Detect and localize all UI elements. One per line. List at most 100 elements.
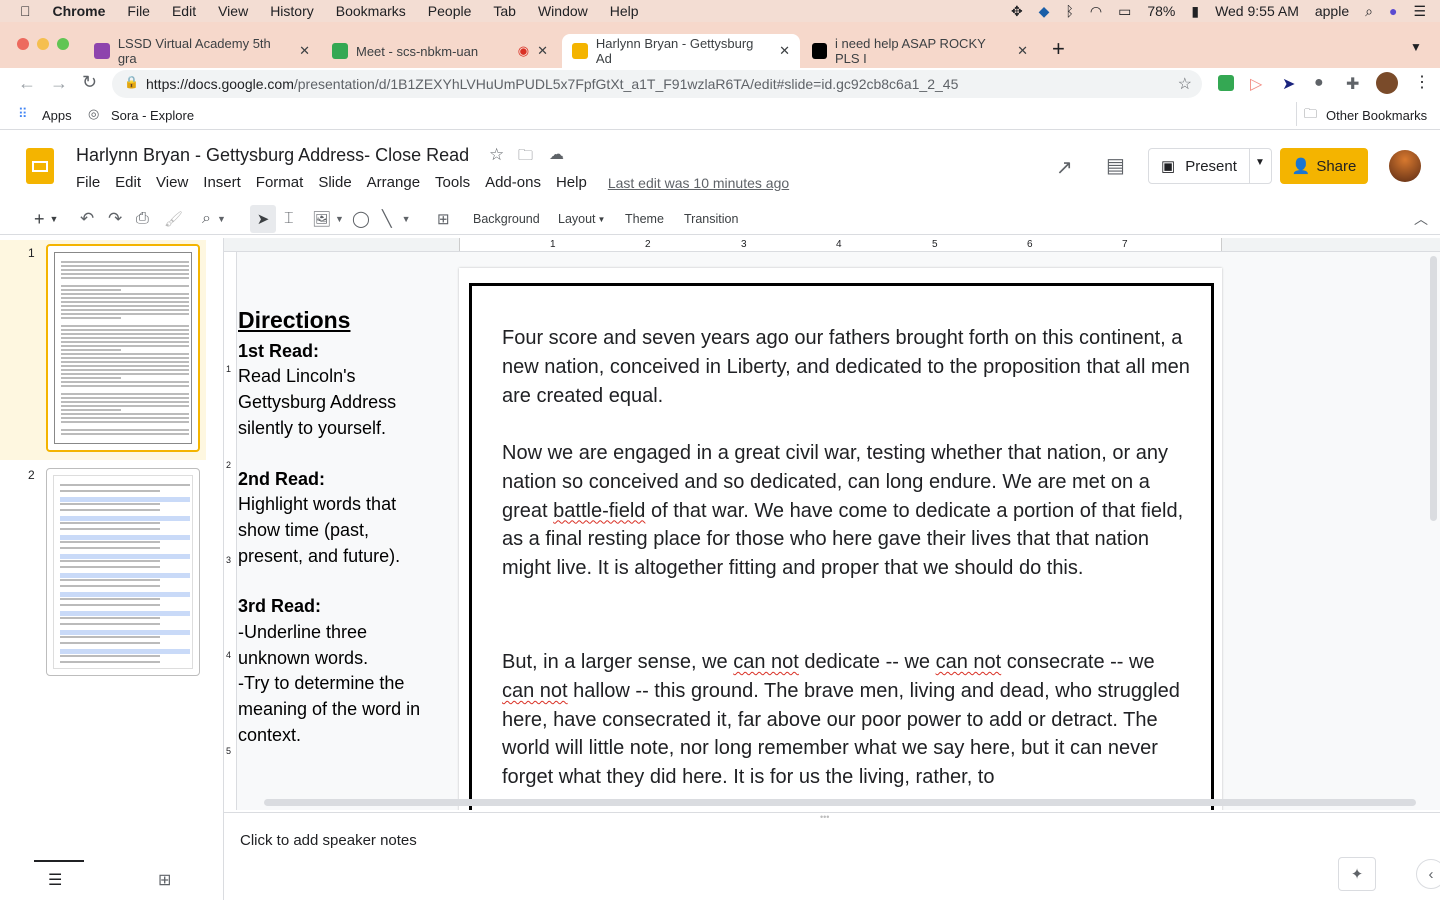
new-tab-button[interactable]: + <box>1052 36 1065 62</box>
menu-help[interactable]: Help <box>610 3 639 19</box>
layout-button[interactable]: Layout ▼ <box>558 205 605 233</box>
menu-window[interactable]: Window <box>538 3 588 19</box>
extension-icon[interactable]: ➤ <box>1282 74 1295 94</box>
menu-arrange[interactable]: Arrange <box>367 174 420 191</box>
bookmark-sora[interactable]: Sora - Explore <box>111 108 194 123</box>
menu-file[interactable]: File <box>127 3 150 19</box>
paint-format-icon[interactable]: 🖌 <box>164 205 183 233</box>
menu-bookmarks[interactable]: Bookmarks <box>336 3 406 19</box>
user-menu[interactable]: apple <box>1315 3 1349 19</box>
slides-logo-icon[interactable] <box>26 148 54 184</box>
control-center-icon[interactable]: ☰ <box>1413 3 1426 20</box>
spotlight-icon[interactable]: ⌕ <box>1365 3 1373 20</box>
dropbox-icon[interactable]: ✥ <box>1011 3 1023 20</box>
background-button[interactable]: Background <box>473 205 540 233</box>
last-edit-link[interactable]: Last edit was 10 minutes ago <box>608 175 789 191</box>
bluetooth-icon[interactable]: ᛒ <box>1065 3 1073 19</box>
image-icon[interactable]: 🖼 ▼ <box>312 205 344 233</box>
profile-avatar[interactable] <box>1376 72 1398 94</box>
theme-button[interactable]: Theme <box>625 205 664 233</box>
reload-button[interactable]: ↻ <box>82 72 97 93</box>
slide[interactable]: Four score and seven years ago our fathe… <box>459 268 1222 810</box>
apple-icon[interactable]:  <box>20 3 31 19</box>
explore-button-icon[interactable]: ✦ <box>1338 857 1376 891</box>
siri-icon[interactable]: ● <box>1389 3 1397 19</box>
slide-thumbnail-2[interactable] <box>46 468 200 676</box>
line-icon[interactable]: ╲ ▼ <box>382 205 411 233</box>
notes-resize-handle[interactable]: ••• <box>820 812 829 822</box>
document-title[interactable]: Harlynn Bryan - Gettysburg Address- Clos… <box>76 145 469 166</box>
close-tab-icon[interactable]: ✕ <box>1017 43 1028 59</box>
close-tab-icon[interactable]: ✕ <box>299 43 310 59</box>
close-tab-icon[interactable]: ✕ <box>779 43 790 59</box>
address-bar[interactable]: 🔒 https://docs.google.com/presentation/d… <box>112 70 1202 98</box>
menu-view[interactable]: View <box>218 3 248 19</box>
zoom-window-button[interactable] <box>57 38 69 50</box>
share-button[interactable]: 👤 Share <box>1280 148 1368 184</box>
menu-edit[interactable]: Edit <box>115 174 141 191</box>
wifi-icon[interactable]: ◠ <box>1090 3 1102 20</box>
clock[interactable]: Wed 9:55 AM <box>1215 3 1299 19</box>
new-slide-button[interactable]: + ▼ <box>34 205 58 233</box>
close-tab-icon[interactable]: ✕ <box>537 43 548 59</box>
menu-help[interactable]: Help <box>556 174 587 191</box>
menu-addons[interactable]: Add-ons <box>485 174 541 191</box>
bookmark-star-icon[interactable]: ☆ <box>1178 74 1192 94</box>
browser-tab[interactable]: LSSD Virtual Academy 5th gra ✕ <box>84 34 320 68</box>
menu-insert[interactable]: Insert <box>203 174 241 191</box>
undo-icon[interactable]: ↶ <box>80 205 94 233</box>
redo-icon[interactable]: ↷ <box>108 205 122 233</box>
menu-file[interactable]: File <box>76 174 100 191</box>
battery-icon[interactable]: ▮ <box>1191 3 1199 20</box>
cloud-status-icon[interactable]: ☁ <box>549 145 564 163</box>
activity-trend-icon[interactable]: ↗ <box>1056 155 1073 180</box>
zoom-icon[interactable]: ⌕ ▼ <box>202 205 226 233</box>
slide-thumbnail-1[interactable] <box>46 244 200 452</box>
speaker-notes[interactable]: ••• Click to add speaker notes ✦ ‹ <box>224 812 1440 900</box>
menu-tools[interactable]: Tools <box>435 174 470 191</box>
puzzle-extensions-icon[interactable]: ✚ <box>1346 74 1359 94</box>
horizontal-scrollbar[interactable] <box>264 799 1416 806</box>
vertical-scrollbar[interactable] <box>1430 256 1437 521</box>
account-avatar[interactable] <box>1389 150 1421 182</box>
menu-history[interactable]: History <box>270 3 314 19</box>
present-button[interactable]: ▣ Present ▼ <box>1148 148 1272 184</box>
select-tool-icon[interactable]: ➤ <box>250 205 276 233</box>
minimize-window-button[interactable] <box>37 38 49 50</box>
speaker-notes-placeholder[interactable]: Click to add speaker notes <box>240 832 417 849</box>
comment-add-icon[interactable]: ⊞ <box>437 205 450 233</box>
apps-bookmark[interactable]: Apps <box>42 108 72 123</box>
extension-icon[interactable] <box>1218 75 1234 91</box>
forward-button[interactable]: → <box>50 73 68 94</box>
directions-textbox[interactable]: Directions 1st Read: Read Lincoln's Gett… <box>238 307 438 749</box>
back-button[interactable]: ← <box>18 73 36 94</box>
tab-search-icon[interactable]: ▼ <box>1410 40 1422 54</box>
menu-format[interactable]: Format <box>256 174 304 191</box>
other-bookmarks[interactable]: Other Bookmarks <box>1326 108 1427 123</box>
star-icon[interactable]: ☆ <box>489 145 504 165</box>
close-window-button[interactable] <box>17 38 29 50</box>
browser-tab[interactable]: i need help ASAP ROCKY PLS I ✕ <box>802 34 1038 68</box>
browser-tab-active[interactable]: Harlynn Bryan - Gettysburg Ad ✕ <box>562 34 800 68</box>
airplay-icon[interactable]: ▭ <box>1118 3 1131 20</box>
text-box-icon[interactable]: ⌶ <box>284 205 294 233</box>
filmstrip-view-icon[interactable]: ☰ <box>48 870 62 890</box>
transition-button[interactable]: Transition <box>684 205 738 233</box>
menu-view[interactable]: View <box>156 174 188 191</box>
menu-people[interactable]: People <box>428 3 472 19</box>
shape-icon[interactable]: ◯ <box>352 205 370 233</box>
menu-slide[interactable]: Slide <box>318 174 351 191</box>
print-icon[interactable]: ⎙ <box>136 205 149 233</box>
extension-icon[interactable]: ▷ <box>1250 74 1262 94</box>
apps-grid-icon[interactable]: ⠿ <box>18 106 28 122</box>
comments-icon[interactable]: ▤ <box>1106 153 1125 178</box>
collapse-toolbar-icon[interactable]: ︿ <box>1414 205 1428 233</box>
menu-tab[interactable]: Tab <box>493 3 516 19</box>
browser-tab[interactable]: Meet - scs-nbkm-uan ◉ ✕ <box>322 34 558 68</box>
present-dropdown-icon[interactable]: ▼ <box>1249 149 1265 183</box>
chrome-menu-icon[interactable]: ⋮ <box>1414 72 1430 92</box>
speech-textbox[interactable]: Four score and seven years ago our fathe… <box>469 283 1214 810</box>
menu-edit[interactable]: Edit <box>172 3 196 19</box>
vpn-icon[interactable]: ◆ <box>1039 3 1050 20</box>
move-folder-icon[interactable]: 🗀 <box>518 145 533 170</box>
